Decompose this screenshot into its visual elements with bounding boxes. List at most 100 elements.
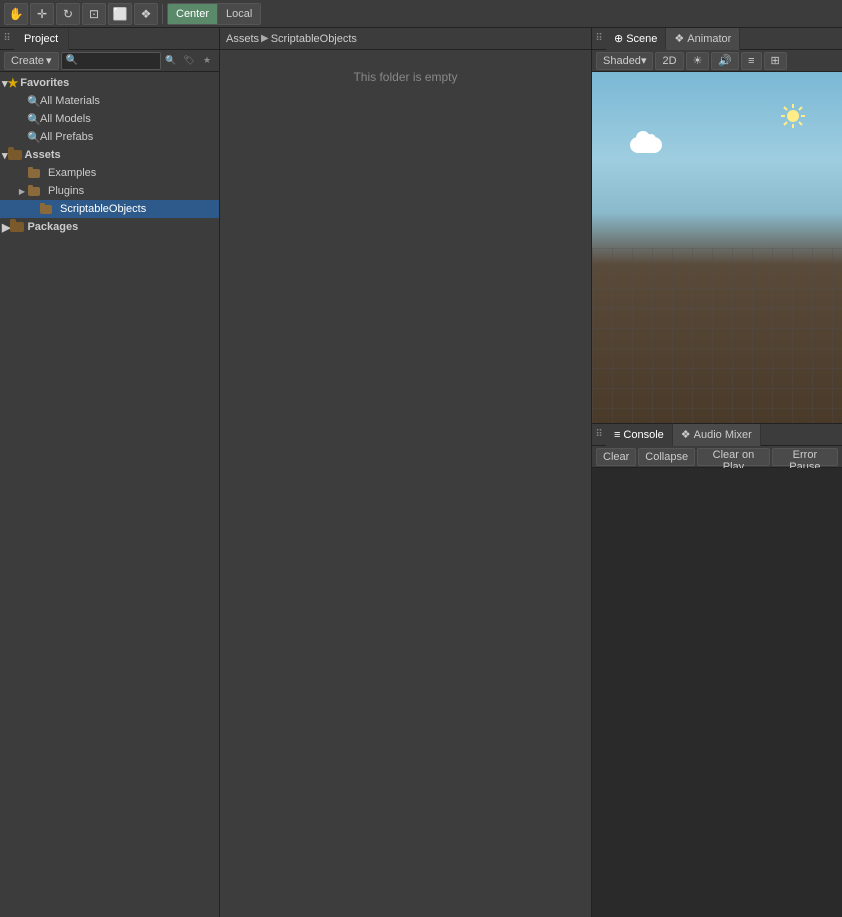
scene-tab-bar: ⠿ ⊕ Scene ❖ Animator (592, 28, 842, 50)
search-filter-icon[interactable]: 🔍 (163, 53, 179, 69)
project-panel: ⠿ Project Create ▾ 🔍 🔍 🏷 ★ ▾ ★ Favorites (0, 28, 220, 917)
scene-cloud (630, 137, 662, 153)
scale-tool-button[interactable]: ⊡ (82, 3, 106, 25)
project-tab[interactable]: Project (14, 28, 69, 50)
content-panel: Assets ▶ ScriptableObjects This folder i… (220, 28, 592, 917)
create-dropdown-icon: ▾ (46, 54, 52, 67)
scriptable-objects-folder-icon (40, 203, 54, 215)
search-bar[interactable]: 🔍 (61, 52, 161, 70)
plugins-arrow: ▶ (16, 185, 28, 197)
create-button[interactable]: Create ▾ (4, 52, 59, 70)
all-models-search-icon: 🔍 (28, 113, 40, 125)
console-content (592, 468, 842, 917)
favorites-section[interactable]: ▾ ★ Favorites (0, 74, 219, 92)
breadcrumb-root[interactable]: Assets (226, 33, 259, 45)
2d-button[interactable]: 2D (655, 52, 683, 70)
scene-tab[interactable]: ⊕ Scene (606, 28, 666, 50)
all-materials-search-icon: 🔍 (28, 95, 40, 107)
project-tab-bar: ⠿ Project (0, 28, 219, 50)
assets-label: Assets (25, 149, 61, 161)
console-tab-label: Console (623, 424, 663, 446)
audio-button[interactable]: 🔊 (711, 52, 739, 70)
empty-folder-message: This folder is empty (353, 70, 457, 84)
move-tool-button[interactable]: ✛ (30, 3, 54, 25)
all-prefabs-item[interactable]: 🔍 All Prefabs (0, 128, 219, 146)
console-tab-bar: ⠿ ≡ Console ❖ Audio Mixer (592, 424, 842, 446)
packages-label: Packages (27, 221, 78, 233)
project-toolbar: Create ▾ 🔍 🔍 🏷 ★ (0, 50, 219, 72)
scene-sun (779, 102, 807, 130)
sun-icon (779, 102, 807, 130)
breadcrumb: Assets ▶ ScriptableObjects (220, 28, 591, 50)
packages-arrow: ▶ (2, 221, 10, 234)
plugins-folder-icon (28, 185, 42, 197)
multi-tool-button[interactable]: ❖ (134, 3, 158, 25)
all-prefabs-label: All Prefabs (40, 131, 219, 143)
shaded-dropdown[interactable]: Shaded ▾ (596, 52, 653, 70)
console-tab-icon: ≡ (614, 424, 620, 446)
favorites-label: Favorites (20, 77, 69, 89)
folder-content-area[interactable]: This folder is empty (220, 50, 591, 917)
top-toolbar: ✋ ✛ ↻ ⊡ ⬜ ❖ Center Local (0, 0, 842, 28)
shaded-dropdown-icon: ▾ (641, 54, 647, 67)
search-label-icon[interactable]: 🏷 (181, 53, 197, 69)
scene-animator-panel: ⠿ ⊕ Scene ❖ Animator Shaded ▾ 2D ☀ 🔊 (592, 28, 842, 423)
favorites-star-icon: ★ (8, 76, 19, 90)
console-panel: ⠿ ≡ Console ❖ Audio Mixer Clear Collapse… (592, 423, 842, 917)
scene-tab-icon: ⊕ (614, 28, 623, 50)
animator-tab-label: Animator (687, 28, 731, 50)
assets-folder-icon (8, 150, 22, 160)
hand-tool-button[interactable]: ✋ (4, 3, 28, 25)
rect-tool-button[interactable]: ⬜ (108, 3, 132, 25)
animator-tab[interactable]: ❖ Animator (666, 28, 740, 50)
scene-panel-drag-handle[interactable]: ⠿ (592, 32, 606, 46)
assets-section[interactable]: ▾ Assets (0, 146, 219, 164)
clear-on-play-button[interactable]: Clear on Play (697, 448, 770, 466)
clear-button[interactable]: Clear (596, 448, 636, 466)
lighting-button[interactable]: ☀ (686, 52, 710, 70)
gizmos-button[interactable]: ⊞ (764, 52, 787, 70)
fx-button[interactable]: ≡ (741, 52, 761, 70)
console-tab[interactable]: ≡ Console (606, 424, 673, 446)
shaded-label: Shaded (603, 55, 641, 67)
examples-label: Examples (48, 167, 219, 179)
all-materials-item[interactable]: 🔍 All Materials (0, 92, 219, 110)
collapse-button[interactable]: Collapse (638, 448, 695, 466)
all-models-item[interactable]: 🔍 All Models (0, 110, 219, 128)
scriptable-objects-label: ScriptableObjects (60, 203, 219, 215)
animator-tab-icon: ❖ (674, 28, 684, 50)
scene-view[interactable] (592, 72, 842, 423)
center-local-toggle: Center Local (167, 3, 261, 25)
audio-mixer-tab[interactable]: ❖ Audio Mixer (673, 424, 761, 446)
project-tree: ▾ ★ Favorites 🔍 All Materials 🔍 All Mode… (0, 72, 219, 917)
all-materials-label: All Materials (40, 95, 219, 107)
scriptable-objects-item[interactable]: ScriptableObjects (0, 200, 219, 218)
search-input[interactable] (80, 55, 156, 67)
spacer (28, 203, 40, 215)
scene-toolbar: Shaded ▾ 2D ☀ 🔊 ≡ ⊞ (592, 50, 842, 72)
cloud-shape (630, 137, 662, 153)
create-label: Create (11, 55, 44, 67)
packages-folder-icon (10, 222, 24, 232)
console-panel-drag-handle[interactable]: ⠿ (592, 428, 606, 442)
breadcrumb-child[interactable]: ScriptableObjects (271, 33, 357, 45)
error-pause-button[interactable]: Error Pause (772, 448, 838, 466)
spacer (16, 167, 28, 179)
packages-section[interactable]: ▶ Packages (0, 218, 219, 236)
right-panel: ⠿ ⊕ Scene ❖ Animator Shaded ▾ 2D ☀ 🔊 (592, 28, 842, 917)
center-toggle-button[interactable]: Center (168, 4, 218, 24)
plugins-label: Plugins (48, 185, 219, 197)
audio-mixer-tab-icon: ❖ (681, 424, 691, 446)
scene-tab-label: Scene (626, 28, 657, 50)
search-extra-icon[interactable]: ★ (199, 53, 215, 69)
main-layout: ⠿ Project Create ▾ 🔍 🔍 🏷 ★ ▾ ★ Favorites (0, 28, 842, 917)
examples-folder-icon (28, 167, 42, 179)
plugins-item[interactable]: ▶ Plugins (0, 182, 219, 200)
examples-item[interactable]: Examples (0, 164, 219, 182)
panel-drag-handle[interactable]: ⠿ (0, 32, 14, 46)
rotate-tool-button[interactable]: ↻ (56, 3, 80, 25)
local-toggle-button[interactable]: Local (218, 4, 260, 24)
console-toolbar: Clear Collapse Clear on Play Error Pause (592, 446, 842, 468)
all-prefabs-search-icon: 🔍 (28, 131, 40, 143)
search-icon: 🔍 (66, 55, 78, 66)
